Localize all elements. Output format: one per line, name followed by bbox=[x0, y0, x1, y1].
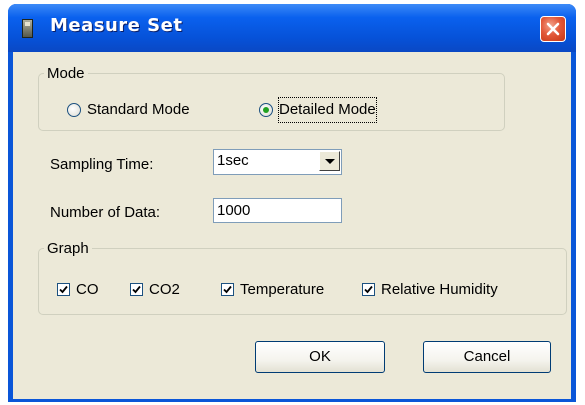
ok-button[interactable]: OK bbox=[255, 341, 385, 373]
number-of-data-input[interactable] bbox=[213, 198, 342, 223]
detailed-mode-radio[interactable]: Detailed Mode bbox=[259, 97, 409, 123]
close-button[interactable] bbox=[540, 16, 566, 42]
checkbox[interactable] bbox=[130, 283, 143, 296]
radio-button[interactable] bbox=[259, 103, 273, 117]
checkbox-label: Relative Humidity bbox=[381, 281, 498, 298]
checkbox-label: CO2 bbox=[149, 281, 180, 298]
select-value: 1sec bbox=[217, 152, 249, 169]
app-icon bbox=[22, 19, 33, 38]
number-of-data-label: Number of Data: bbox=[50, 204, 161, 221]
check-mark-icon bbox=[364, 285, 373, 294]
close-icon bbox=[546, 22, 560, 36]
radio-label: Standard Mode bbox=[87, 101, 190, 118]
checkbox-label: Temperature bbox=[240, 281, 325, 298]
check-mark-icon bbox=[59, 285, 68, 294]
mode-legend: Mode bbox=[47, 65, 85, 82]
sampling-time-label: Sampling Time: bbox=[50, 156, 154, 173]
co2-checkbox[interactable]: CO2 bbox=[130, 278, 200, 302]
check-mark-icon bbox=[223, 285, 232, 294]
checkbox[interactable] bbox=[221, 283, 234, 296]
checkbox[interactable] bbox=[57, 283, 70, 296]
cancel-button[interactable]: Cancel bbox=[423, 341, 551, 373]
relative-humidity-checkbox[interactable]: Relative Humidity bbox=[362, 278, 542, 302]
check-mark-icon bbox=[132, 285, 141, 294]
sampling-time-select[interactable]: 1sec bbox=[213, 149, 342, 175]
temperature-checkbox[interactable]: Temperature bbox=[221, 278, 351, 302]
title-bar[interactable]: Measure Set bbox=[8, 4, 576, 52]
standard-mode-radio[interactable]: Standard Mode bbox=[67, 98, 217, 122]
radio-button[interactable] bbox=[67, 103, 81, 117]
checkbox-label: CO bbox=[76, 281, 99, 298]
window-title: Measure Set bbox=[50, 15, 183, 36]
dialog-body: Mode Standard Mode Detailed Mode Samplin… bbox=[13, 52, 571, 399]
co-checkbox[interactable]: CO bbox=[57, 278, 117, 302]
radio-label: Detailed Mode bbox=[278, 97, 377, 123]
checkbox[interactable] bbox=[362, 283, 375, 296]
chevron-down-icon[interactable] bbox=[319, 151, 340, 171]
dialog-window: Measure Set Mode Standard Mode Detailed … bbox=[8, 4, 576, 402]
graph-legend: Graph bbox=[47, 240, 89, 257]
